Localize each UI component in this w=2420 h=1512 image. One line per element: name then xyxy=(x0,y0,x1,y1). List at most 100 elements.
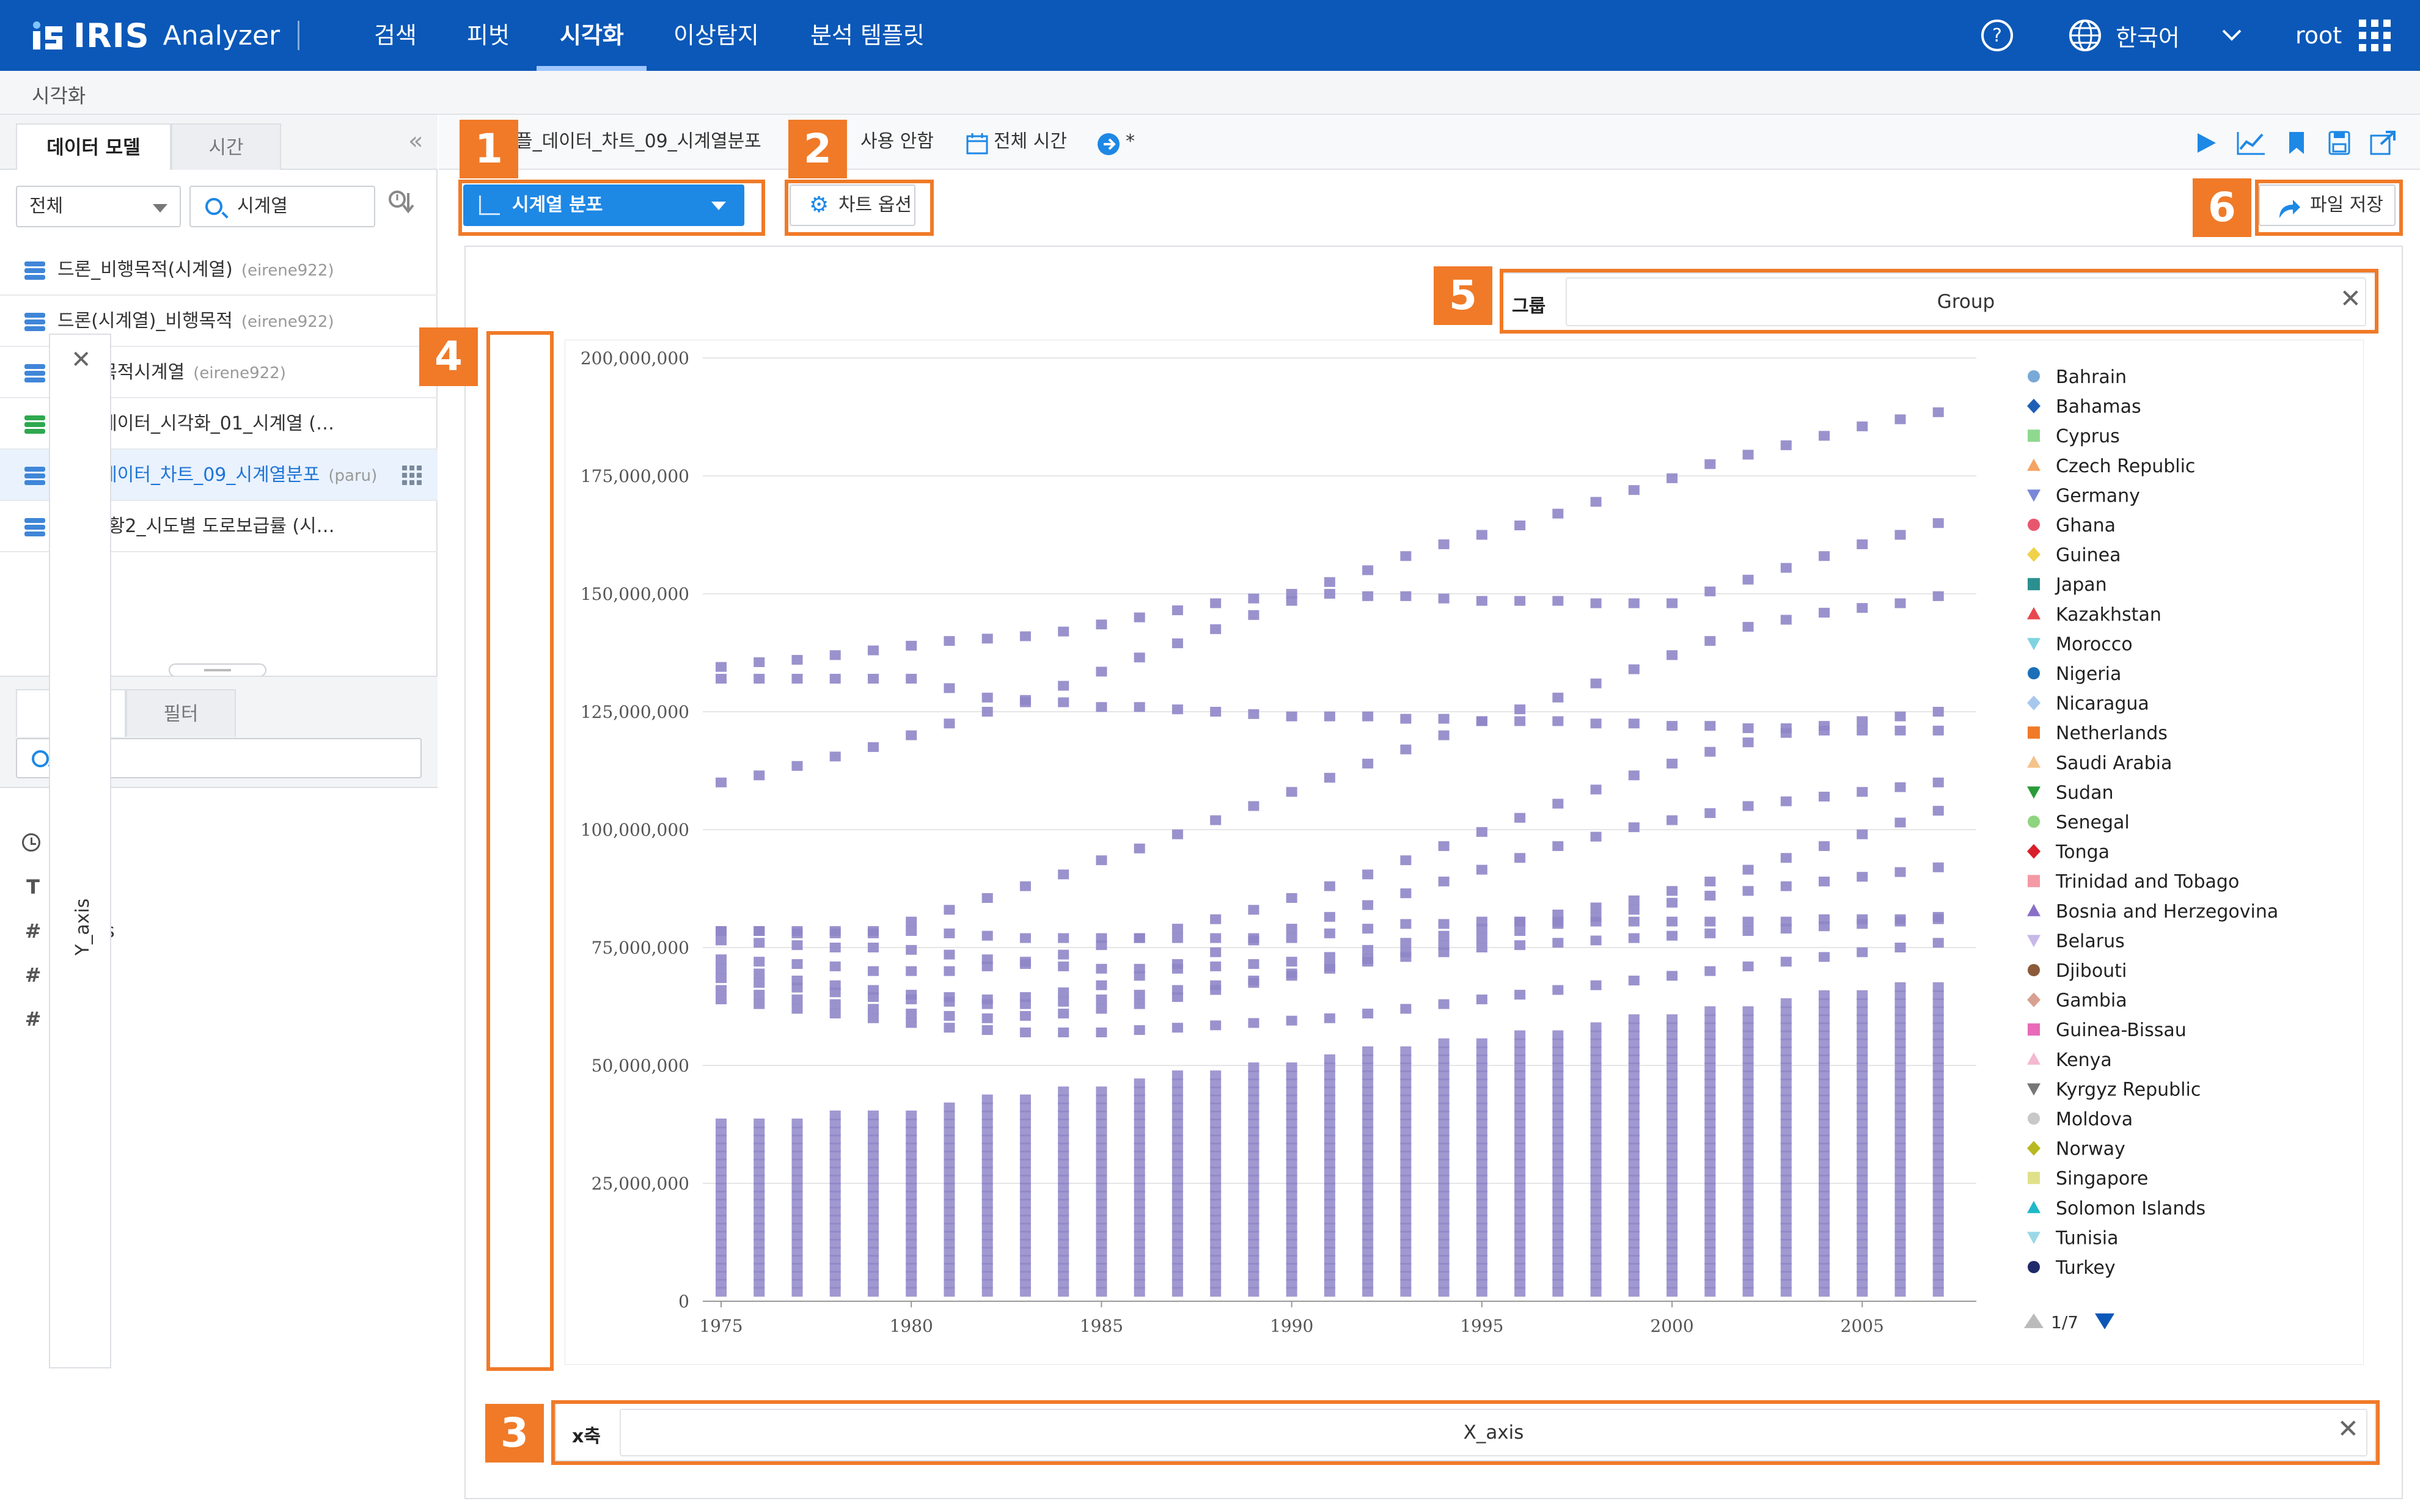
data-point[interactable] xyxy=(1172,1023,1183,1033)
data-point[interactable] xyxy=(1819,607,1830,618)
data-point[interactable] xyxy=(1704,1006,1716,1017)
data-point[interactable] xyxy=(754,938,765,948)
data-point[interactable] xyxy=(867,742,879,752)
data-point[interactable] xyxy=(754,957,765,967)
data-point[interactable] xyxy=(754,999,765,1009)
data-point[interactable] xyxy=(1667,897,1678,908)
data-point[interactable] xyxy=(1058,987,1069,998)
data-point[interactable] xyxy=(1932,725,1944,736)
legend-entry[interactable]: Trinidad and Tobago xyxy=(2055,871,2239,893)
data-point[interactable] xyxy=(1552,716,1564,726)
data-point[interactable] xyxy=(1096,1086,1107,1097)
data-point[interactable] xyxy=(1286,971,1297,981)
data-point[interactable] xyxy=(1742,574,1754,585)
data-point[interactable] xyxy=(1476,994,1487,1004)
data-point[interactable] xyxy=(791,1004,803,1014)
legend-entry[interactable]: Kyrgyz Republic xyxy=(2056,1079,2201,1100)
legend-entry[interactable]: Kazakhstan xyxy=(2056,604,2162,626)
data-point[interactable] xyxy=(944,1023,955,1033)
data-point[interactable] xyxy=(1628,485,1640,495)
data-point[interactable] xyxy=(1704,891,1716,901)
save-disk-icon[interactable] xyxy=(2327,131,2352,155)
data-point[interactable] xyxy=(1324,589,1335,599)
data-point[interactable] xyxy=(1704,721,1716,731)
data-point[interactable] xyxy=(1704,747,1716,757)
data-point[interactable] xyxy=(1894,982,1906,992)
data-point[interactable] xyxy=(1742,886,1754,896)
data-point[interactable] xyxy=(1667,721,1678,731)
data-point[interactable] xyxy=(1932,591,1944,601)
legend-entry[interactable]: Solomon Islands xyxy=(2056,1198,2206,1219)
data-point[interactable] xyxy=(829,987,841,998)
data-point[interactable] xyxy=(1742,864,1754,875)
data-point[interactable] xyxy=(1438,930,1450,941)
data-point[interactable] xyxy=(1172,1070,1183,1081)
data-point[interactable] xyxy=(1780,916,1792,927)
play-icon[interactable] xyxy=(2194,131,2218,155)
data-point[interactable] xyxy=(1438,1038,1450,1048)
data-point[interactable] xyxy=(1400,855,1412,866)
data-point[interactable] xyxy=(1628,822,1640,833)
collapse-panel-icon[interactable]: « xyxy=(408,127,423,155)
data-point[interactable] xyxy=(1628,664,1640,674)
data-point[interactable] xyxy=(1780,998,1792,1009)
legend-entry[interactable]: Bahamas xyxy=(2056,396,2141,418)
data-point[interactable] xyxy=(1742,926,1754,936)
data-point[interactable] xyxy=(1932,407,1944,417)
data-point[interactable] xyxy=(1628,976,1640,986)
data-point[interactable] xyxy=(1096,855,1107,866)
data-point[interactable] xyxy=(906,966,917,976)
data-point[interactable] xyxy=(1628,916,1640,927)
data-point[interactable] xyxy=(906,1009,917,1019)
data-point[interactable] xyxy=(1096,1004,1107,1014)
legend-entry[interactable]: Cyprus xyxy=(2056,426,2120,447)
data-point[interactable] xyxy=(1704,586,1716,597)
legend-entry[interactable]: Japan xyxy=(2055,574,2107,596)
data-point[interactable] xyxy=(716,954,727,965)
data-point[interactable] xyxy=(1932,806,1944,816)
legend-entry[interactable]: Djibouti xyxy=(2056,960,2127,982)
data-point[interactable] xyxy=(944,996,955,1007)
data-point[interactable] xyxy=(1400,952,1412,962)
data-point[interactable] xyxy=(1590,718,1602,729)
legend-entry[interactable]: Ghana xyxy=(2056,515,2116,536)
data-point[interactable] xyxy=(1248,801,1260,811)
data-point[interactable] xyxy=(754,657,765,667)
data-point[interactable] xyxy=(1780,957,1792,967)
data-point[interactable] xyxy=(1894,414,1906,425)
data-point[interactable] xyxy=(1058,961,1069,971)
data-point[interactable] xyxy=(867,966,879,976)
panel-resize-handle[interactable] xyxy=(169,663,266,677)
data-point[interactable] xyxy=(1134,1078,1145,1089)
data-point[interactable] xyxy=(1857,421,1868,431)
data-point[interactable] xyxy=(1172,992,1183,1003)
data-point[interactable] xyxy=(1362,944,1374,955)
data-point[interactable] xyxy=(1172,605,1183,616)
data-point[interactable] xyxy=(1742,961,1754,971)
data-point[interactable] xyxy=(981,961,993,971)
data-point[interactable] xyxy=(1324,911,1335,922)
legend-entry[interactable]: Bahrain xyxy=(2056,367,2127,388)
data-point[interactable] xyxy=(981,1025,993,1035)
sort-icon[interactable] xyxy=(387,189,418,219)
logo[interactable]: IRIS Analyzer xyxy=(31,16,280,55)
data-point[interactable] xyxy=(944,966,955,976)
data-point[interactable] xyxy=(1857,947,1868,957)
data-point[interactable] xyxy=(1019,697,1031,707)
data-point[interactable] xyxy=(754,1118,765,1128)
legend-entry[interactable]: Senegal xyxy=(2056,812,2130,833)
data-point[interactable] xyxy=(1780,853,1792,863)
data-point[interactable] xyxy=(1248,1062,1260,1073)
legend-entry[interactable]: Netherlands xyxy=(2056,723,2168,744)
data-point[interactable] xyxy=(1704,459,1716,469)
data-point[interactable] xyxy=(1894,711,1906,721)
data-point[interactable] xyxy=(1134,990,1145,1000)
data-point[interactable] xyxy=(1400,888,1412,899)
data-point[interactable] xyxy=(944,1102,955,1112)
data-point[interactable] xyxy=(1857,914,1868,924)
data-point[interactable] xyxy=(1438,876,1450,886)
legend-entry[interactable]: Morocco xyxy=(2056,634,2133,655)
data-point[interactable] xyxy=(716,994,727,1004)
data-point[interactable] xyxy=(1210,1070,1222,1081)
data-point[interactable] xyxy=(1248,959,1260,970)
